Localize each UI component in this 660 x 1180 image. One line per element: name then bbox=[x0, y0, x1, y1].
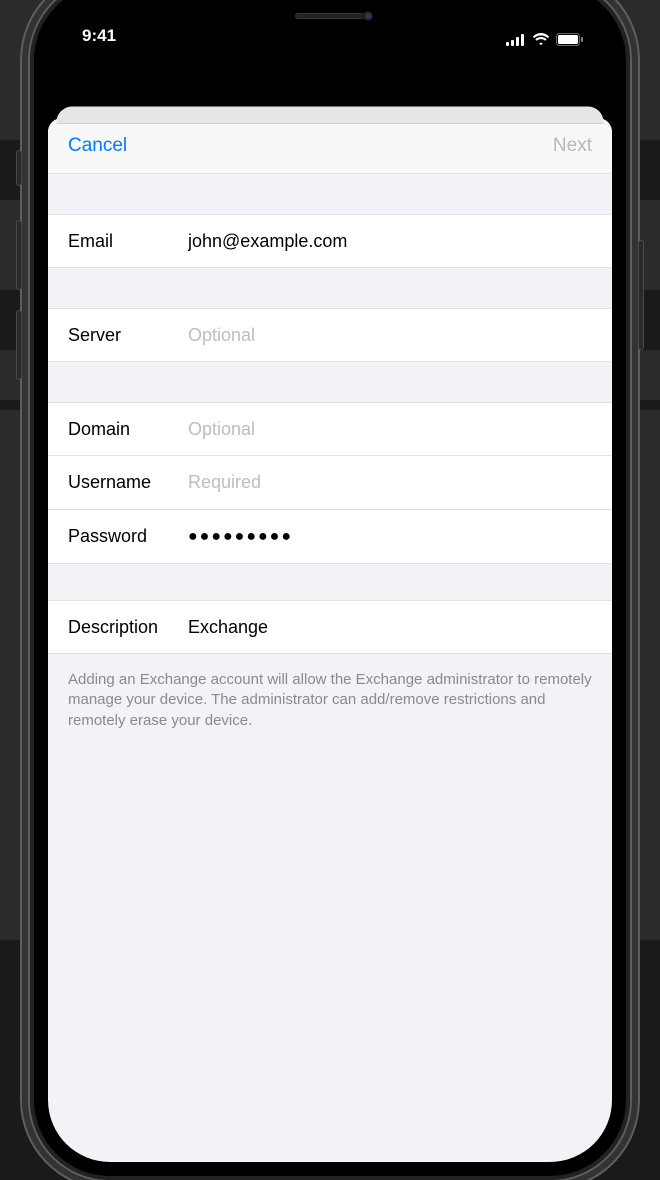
description-field[interactable] bbox=[188, 617, 592, 638]
email-label: Email bbox=[68, 231, 188, 252]
password-cell[interactable]: Password ●●●●●●●●● bbox=[48, 510, 612, 564]
description-cell[interactable]: Description bbox=[48, 600, 612, 654]
phone-screen: 9:41 Cancel Next Email bbox=[48, 0, 612, 1162]
server-label: Server bbox=[68, 325, 188, 346]
device-notch bbox=[205, 0, 455, 34]
wifi-icon bbox=[532, 33, 550, 46]
domain-field[interactable] bbox=[188, 419, 592, 440]
email-cell[interactable]: Email bbox=[48, 214, 612, 268]
username-field[interactable] bbox=[188, 472, 592, 493]
server-cell[interactable]: Server bbox=[48, 308, 612, 362]
volume-up-button bbox=[16, 220, 22, 290]
domain-cell[interactable]: Domain bbox=[48, 402, 612, 456]
battery-icon bbox=[556, 33, 584, 46]
side-button bbox=[638, 240, 644, 350]
modal-sheet: Cancel Next Email Server Domain bbox=[48, 118, 612, 1162]
username-cell[interactable]: Username bbox=[48, 456, 612, 510]
server-field[interactable] bbox=[188, 325, 592, 346]
footer-disclaimer: Adding an Exchange account will allow th… bbox=[48, 654, 612, 747]
email-field[interactable] bbox=[188, 231, 592, 252]
domain-label: Domain bbox=[68, 419, 188, 440]
cellular-signal-icon bbox=[506, 34, 526, 46]
phone-frame: 9:41 Cancel Next Email bbox=[30, 0, 630, 1180]
next-button: Next bbox=[553, 135, 592, 157]
password-field[interactable]: ●●●●●●●●● bbox=[188, 528, 592, 546]
cancel-button[interactable]: Cancel bbox=[68, 135, 127, 157]
mute-switch bbox=[16, 150, 22, 186]
description-label: Description bbox=[68, 617, 188, 638]
background-sheet-peek bbox=[56, 107, 603, 124]
username-label: Username bbox=[68, 472, 188, 493]
volume-down-button bbox=[16, 310, 22, 380]
navigation-bar: Cancel Next bbox=[48, 118, 612, 174]
password-label: Password bbox=[68, 526, 188, 547]
status-time: 9:41 bbox=[82, 26, 116, 46]
